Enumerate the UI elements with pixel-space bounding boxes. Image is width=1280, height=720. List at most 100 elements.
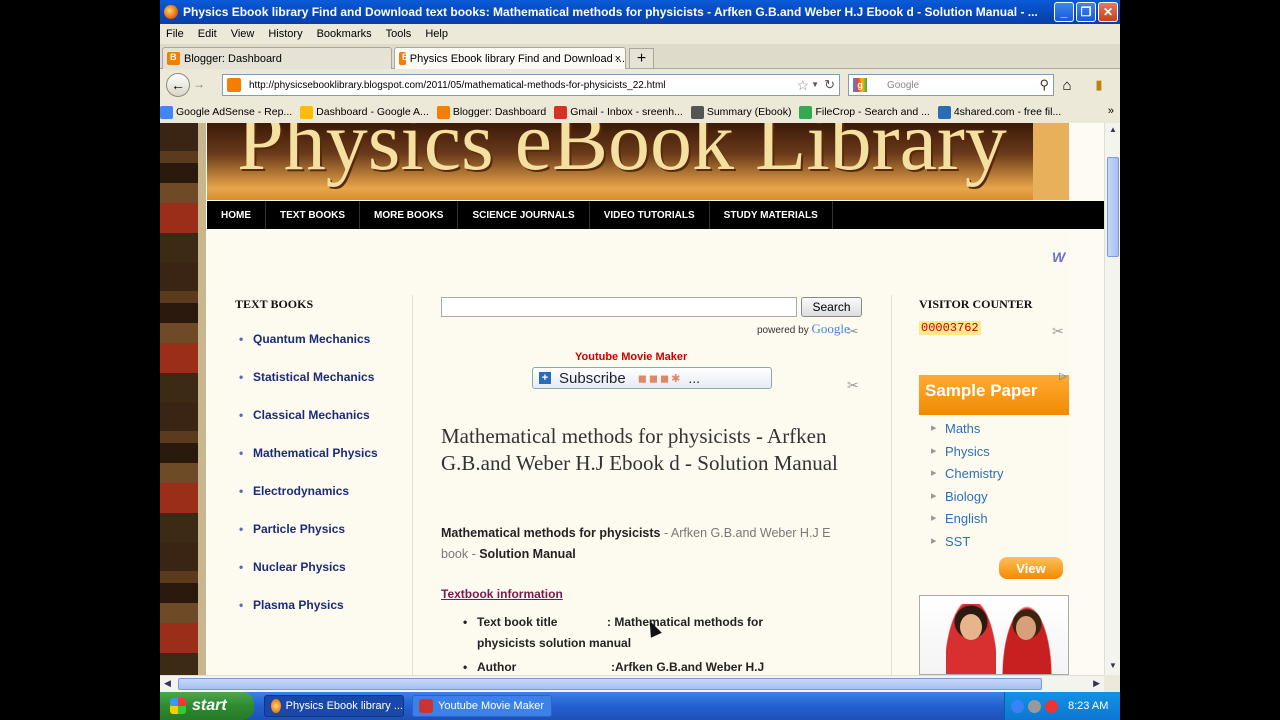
taskbar-youtube-movie-maker[interactable]: Youtube Movie Maker	[412, 695, 552, 717]
bookmark-item[interactable]: Dashboard - Google A...	[300, 105, 429, 119]
ad-students-image[interactable]	[919, 595, 1069, 675]
tab-label: Physics Ebook library Find and Download …	[409, 52, 625, 65]
back-button[interactable]: ←	[166, 73, 190, 97]
textbook-information-link[interactable]: Textbook information	[441, 587, 563, 601]
site-search-input[interactable]	[441, 297, 797, 317]
maximize-button[interactable]: ❐	[1076, 2, 1096, 22]
bookmark-item[interactable]: Blogger: Dashboard	[436, 105, 547, 119]
google-engine-icon[interactable]: g	[853, 78, 867, 92]
menu-help[interactable]: Help	[425, 28, 448, 40]
bookmark-label: Blogger: Dashboard	[452, 106, 547, 118]
spec-value: :Arfken G.B.and Weber H.J	[611, 660, 765, 674]
menu-tools[interactable]: Tools	[386, 28, 412, 40]
search-placeholder: Google	[887, 79, 920, 91]
menu-video-tutorials[interactable]: VIDEO TUTORIALS	[590, 201, 710, 229]
wrench-icon[interactable]: ✂	[847, 377, 859, 394]
bookmark-item[interactable]: Google AdSense - Rep...	[160, 105, 292, 119]
list-item[interactable]: Particle Physics	[235, 521, 395, 537]
taskbar: start Physics Ebook library ... Youtube …	[160, 692, 1120, 720]
minimize-button[interactable]: _	[1054, 2, 1074, 22]
wrench-icon[interactable]: ✂	[847, 323, 859, 340]
home-icon[interactable]: ⌂	[1056, 73, 1078, 97]
ad-list: Maths Physics Chemistry Biology English …	[919, 421, 1069, 556]
scroll-left-icon[interactable]: ◀	[164, 678, 171, 689]
scroll-up-icon[interactable]: ▲	[1107, 125, 1119, 137]
adchoices-icon[interactable]: ▷	[1059, 371, 1067, 382]
ad-item[interactable]: SST	[919, 534, 1069, 557]
menu-bookmarks[interactable]: Bookmarks	[317, 28, 372, 40]
plus-icon: +	[539, 372, 551, 384]
title-bar[interactable]: Physics Ebook library Find and Download …	[160, 0, 1120, 24]
tray-icon[interactable]	[1011, 699, 1024, 713]
ad-view-button[interactable]: View	[999, 557, 1063, 579]
widget-icon[interactable]: W	[1052, 249, 1065, 265]
bookmark-item[interactable]: 4shared.com - free fil...	[937, 105, 1061, 119]
tab-physics-ebook[interactable]: Physics Ebook library Find and Download …	[394, 47, 626, 69]
list-item[interactable]: Plasma Physics	[235, 597, 395, 613]
list-item[interactable]: Mathematical Physics	[235, 445, 395, 461]
close-tab-icon[interactable]: ×	[615, 53, 621, 65]
site-menu: HOME TEXT BOOKS MORE BOOKS SCIENCE JOURN…	[207, 201, 1104, 229]
wrench-icon[interactable]: ✂	[1052, 323, 1064, 340]
new-tab-button[interactable]: +	[629, 48, 654, 69]
scroll-thumb[interactable]	[178, 678, 1042, 690]
banner-edge	[1033, 123, 1069, 200]
subscribe-button[interactable]: + Subscribe ◼◼◼✱ ...	[532, 367, 772, 389]
scroll-right-icon[interactable]: ▶	[1093, 678, 1100, 689]
bookshelf-edge	[198, 123, 206, 675]
scroll-down-icon[interactable]: ▼	[1107, 661, 1119, 673]
textbook-specs: Text book title: Mathematical methods fo…	[461, 612, 791, 675]
ad-item[interactable]: Biology	[919, 489, 1069, 512]
task-label: Youtube Movie Maker	[438, 700, 544, 712]
menu-edit[interactable]: Edit	[198, 28, 217, 40]
ad-item[interactable]: English	[919, 511, 1069, 534]
spec-label: Author	[477, 660, 517, 674]
bookmarks-overflow-icon[interactable]: »	[1108, 105, 1114, 117]
vertical-scrollbar[interactable]: ▲ ▼	[1104, 123, 1120, 675]
scroll-thumb[interactable]	[1107, 157, 1119, 257]
ad-item[interactable]: Chemistry	[919, 466, 1069, 489]
menu-file[interactable]: File	[166, 28, 184, 40]
url-dropdown-icon[interactable]: ▼	[811, 80, 819, 89]
list-item[interactable]: Statistical Mechanics	[235, 369, 395, 385]
site-search-button[interactable]: Search	[801, 297, 862, 317]
search-icon[interactable]: ⚲	[1039, 77, 1049, 93]
bookmark-icon	[554, 105, 568, 119]
bookmark-label: Dashboard - Google A...	[316, 106, 429, 118]
taskbar-firefox[interactable]: Physics Ebook library ...	[264, 695, 404, 717]
list-item[interactable]: Quantum Mechanics	[235, 331, 395, 347]
bookmark-star-icon[interactable]: ☆	[796, 77, 809, 94]
bookmark-item[interactable]: Gmail - Inbox - sreenh...	[554, 105, 683, 119]
menu-more-books[interactable]: MORE BOOKS	[360, 201, 459, 229]
search-input[interactable]: g Google ⚲	[848, 74, 1054, 96]
close-button[interactable]: ✕	[1098, 2, 1118, 22]
menu-view[interactable]: View	[231, 28, 255, 40]
list-item[interactable]: Classical Mechanics	[235, 407, 395, 423]
bookmarks-toolbar: Google AdSense - Rep... Dashboard - Googl…	[160, 102, 1120, 122]
ad-item[interactable]: Physics	[919, 444, 1069, 467]
page-body: W TEXT BOOKS Quantum Mechanics Statistic…	[207, 229, 1069, 675]
menu-home[interactable]: HOME	[207, 201, 266, 229]
start-button[interactable]: start	[160, 692, 254, 720]
list-item[interactable]: Electrodynamics	[235, 483, 395, 499]
subscribe-more: ...	[688, 370, 700, 386]
menu-study-materials[interactable]: STUDY MATERIALS	[710, 201, 833, 229]
ad-sample-paper[interactable]: Sample Paper ▷ Maths Physics Chemistry B…	[919, 371, 1069, 585]
url-bar[interactable]: http://physicsebooklibrary.blogspot.com/…	[222, 74, 840, 96]
list-item[interactable]: Nuclear Physics	[235, 559, 395, 575]
bookmarks-icon[interactable]: ▮	[1088, 73, 1110, 97]
menu-history[interactable]: History	[268, 28, 302, 40]
bookmark-item[interactable]: FileCrop - Search and ...	[799, 105, 930, 119]
tray-icon[interactable]	[1028, 699, 1041, 713]
tab-blogger-dashboard[interactable]: Blogger: Dashboard	[162, 47, 392, 69]
bookmark-item[interactable]: Summary (Ebook)	[690, 105, 791, 119]
forward-button[interactable]: →	[193, 77, 205, 91]
menu-bar: File Edit View History Bookmarks Tools H…	[160, 24, 1120, 43]
menu-science-journals[interactable]: SCIENCE JOURNALS	[458, 201, 590, 229]
reload-icon[interactable]: ↻	[824, 77, 835, 93]
tray-icon[interactable]	[1045, 699, 1058, 713]
ad-item[interactable]: Maths	[919, 421, 1069, 444]
horizontal-scrollbar[interactable]: ◀ ▶	[160, 675, 1104, 692]
menu-text-books[interactable]: TEXT BOOKS	[266, 201, 361, 229]
navigation-bar: ← → http://physicsebooklibrary.blogspot.…	[160, 70, 1120, 101]
